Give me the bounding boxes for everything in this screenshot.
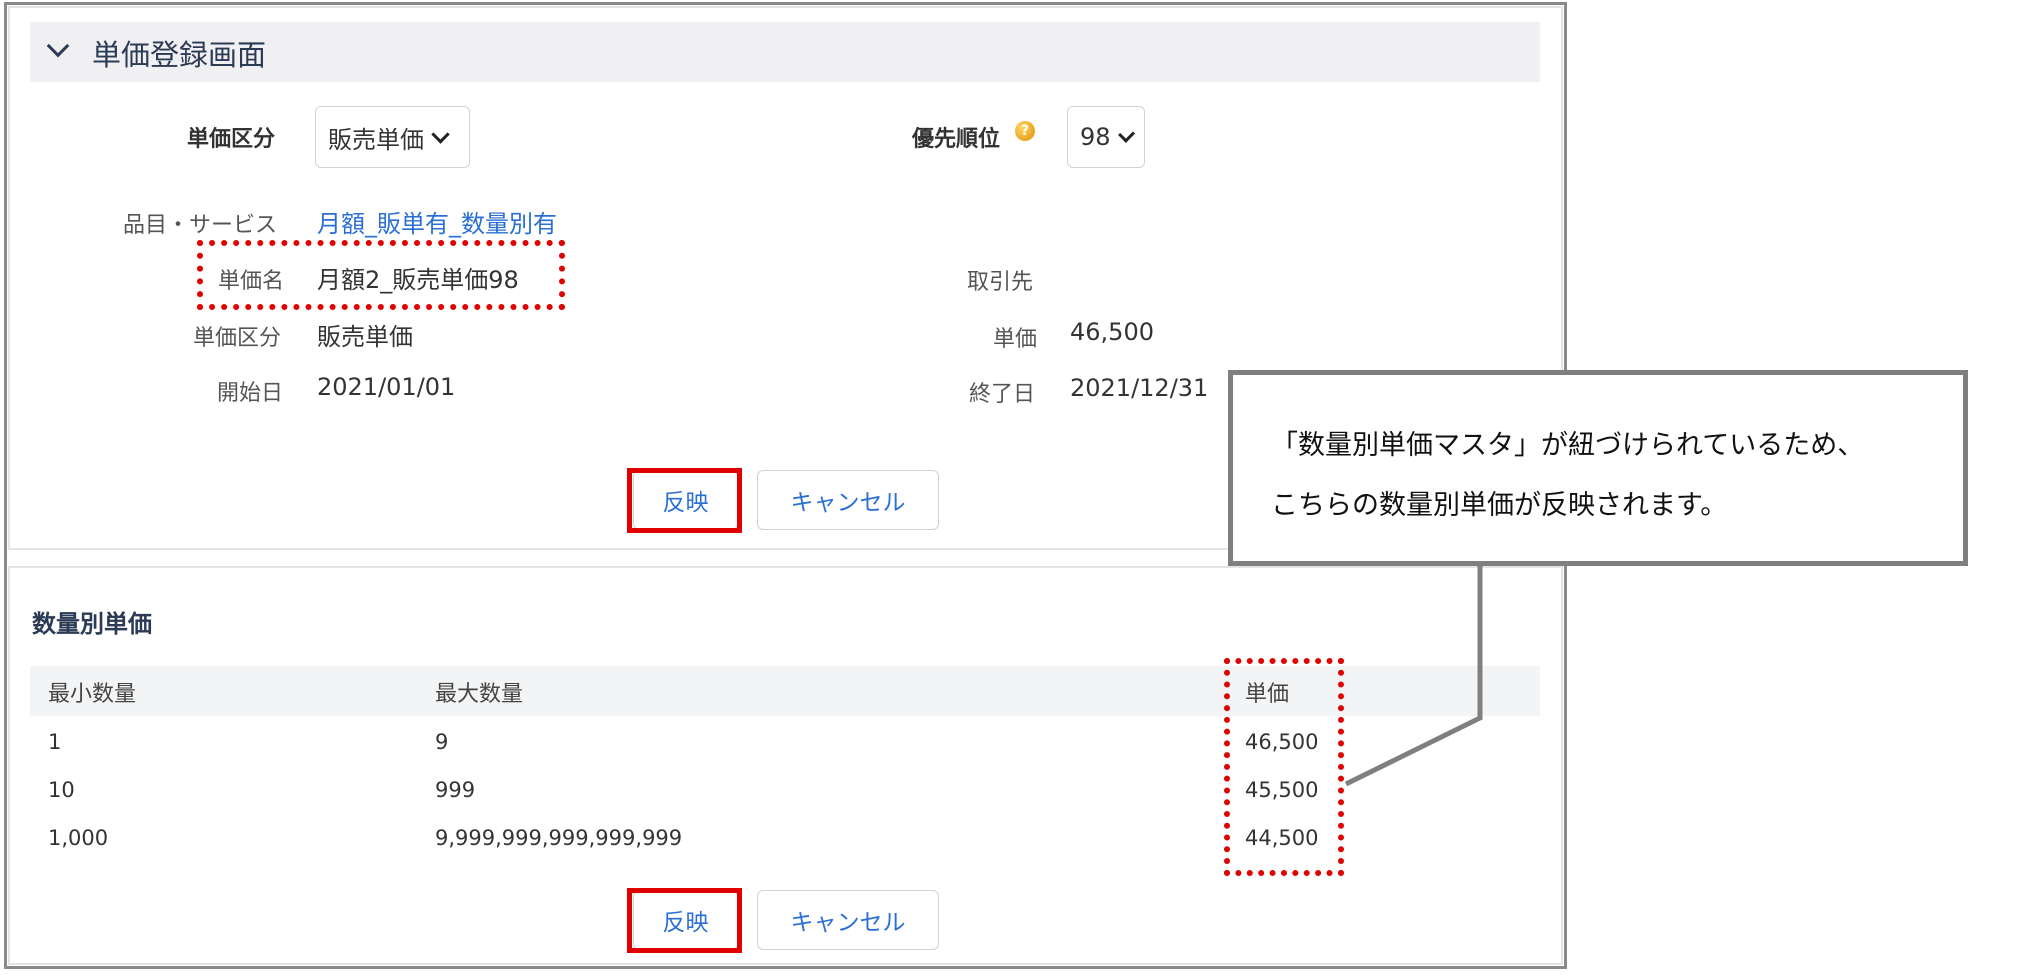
price-type-select[interactable]: 販売単価 bbox=[315, 106, 470, 168]
table-cell-max-qty: 9,999,999,999,999,999 bbox=[435, 826, 683, 850]
start-date-label: 開始日 bbox=[217, 381, 284, 406]
price-name-highlight bbox=[197, 240, 565, 310]
table-cell-min-qty: 1 bbox=[48, 730, 62, 754]
callout-text-line-1: 「数量別単価マスタ」が紐づけられているため、 bbox=[1271, 430, 1865, 461]
priority-select[interactable]: 98 bbox=[1067, 106, 1145, 168]
end-date-value: 2021/12/31 bbox=[1070, 374, 1209, 402]
quantity-price-title: 数量別単価 bbox=[32, 610, 152, 638]
item-link[interactable]: 月額_販単有_数量別有 bbox=[317, 204, 557, 239]
priority-label: 優先順位 bbox=[912, 127, 1001, 152]
price-type2-label: 単価区分 bbox=[193, 326, 282, 351]
unit-price-column-highlight bbox=[1224, 658, 1344, 876]
table-cell-max-qty: 999 bbox=[435, 778, 476, 802]
start-date-value: 2021/01/01 bbox=[317, 373, 456, 401]
price-type2-value: 販売単価 bbox=[317, 323, 413, 351]
help-icon[interactable]: ? bbox=[1015, 121, 1035, 141]
section-title: 単価登録画面 bbox=[92, 38, 267, 72]
partner-label: 取引先 bbox=[967, 270, 1034, 295]
callout-text-line-2: こちらの数量別単価が反映されます。 bbox=[1271, 490, 1728, 521]
unit-price-value: 46,500 bbox=[1070, 318, 1154, 346]
chevron-down-icon bbox=[1117, 125, 1135, 143]
chevron-down-icon bbox=[431, 124, 450, 144]
cancel-button[interactable]: キャンセル bbox=[757, 470, 939, 530]
table-cell-min-qty: 10 bbox=[48, 778, 75, 802]
price-type-label: 単価区分 bbox=[187, 127, 276, 152]
apply-button-highlight bbox=[627, 468, 742, 533]
unit-price-label: 単価 bbox=[993, 327, 1038, 352]
item-label: 品目・サービス bbox=[123, 213, 278, 238]
annotation-callout: 「数量別単価マスタ」が紐づけられているため、 こちらの数量別単価が反映されます。 bbox=[1228, 370, 1968, 566]
apply-button-highlight bbox=[627, 888, 742, 953]
cancel-button[interactable]: キャンセル bbox=[757, 890, 939, 950]
priority-select-value: 98 bbox=[1080, 123, 1111, 151]
table-cell-max-qty: 9 bbox=[435, 730, 449, 754]
column-header-max-qty: 最大数量 bbox=[435, 682, 524, 707]
end-date-label: 終了日 bbox=[969, 382, 1036, 407]
table-cell-min-qty: 1,000 bbox=[48, 826, 109, 850]
price-type-select-value: 販売単価 bbox=[328, 125, 424, 154]
column-header-min-qty: 最小数量 bbox=[48, 682, 137, 707]
